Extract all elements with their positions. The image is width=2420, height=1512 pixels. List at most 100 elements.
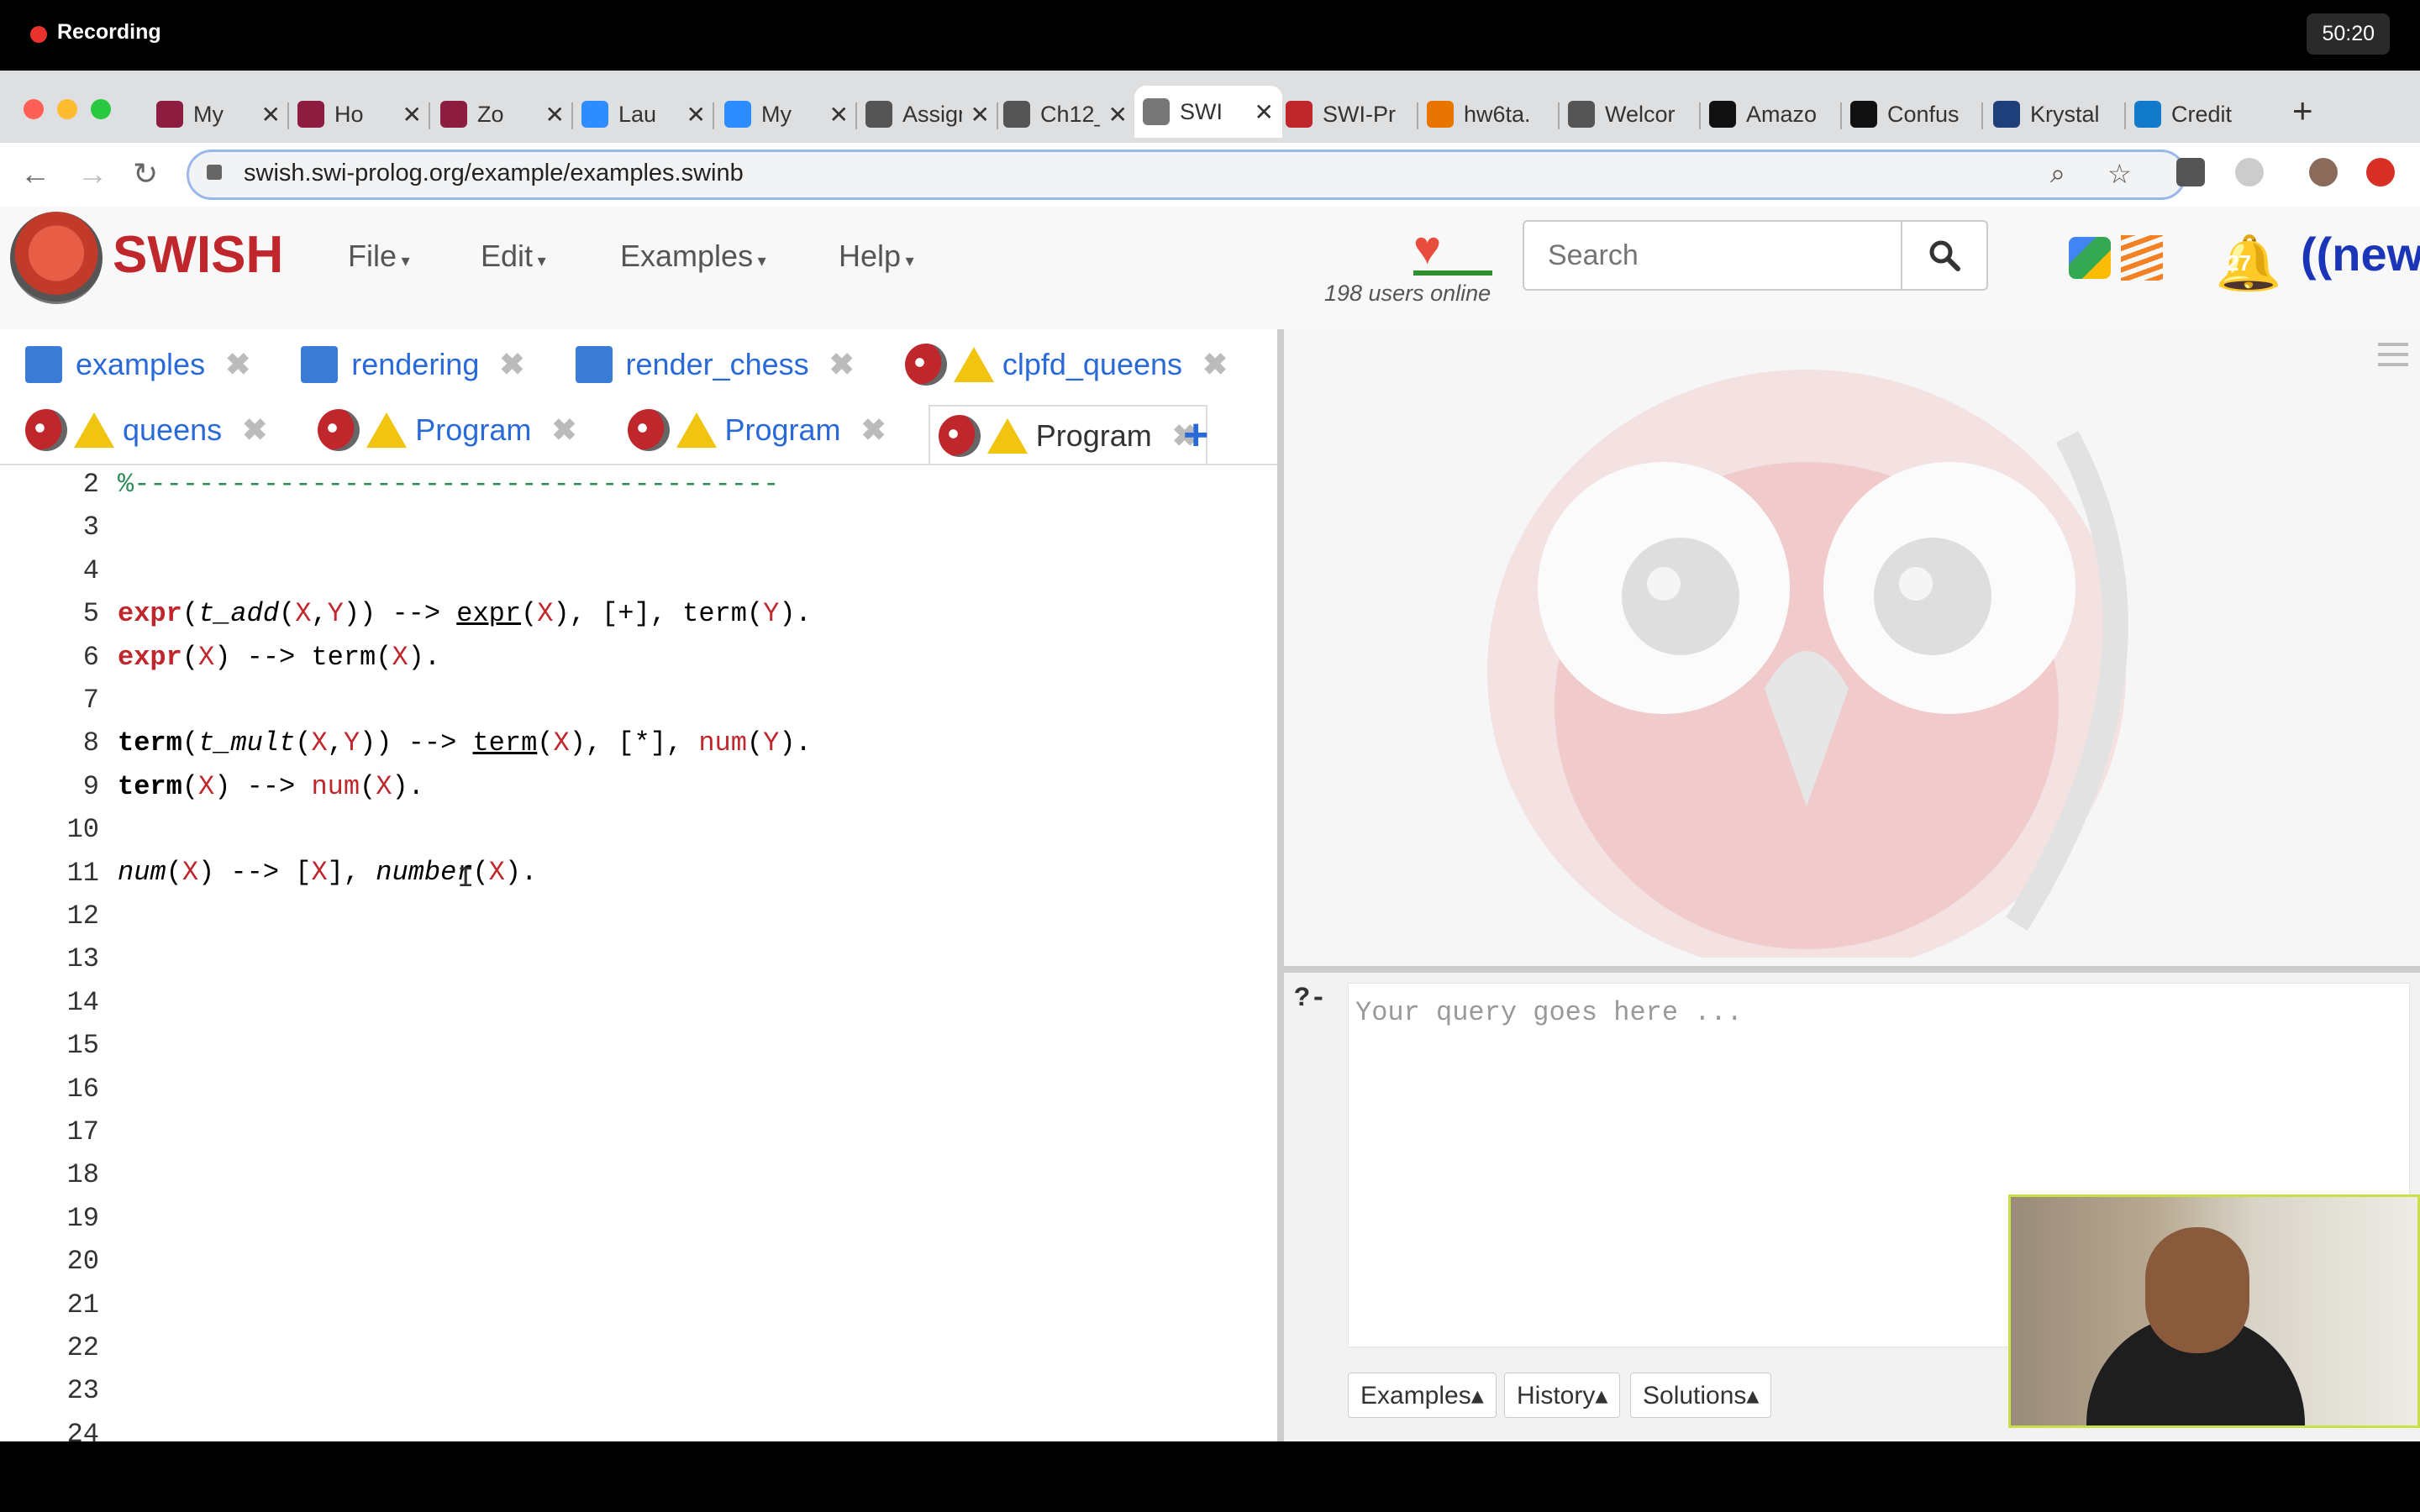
browser-tab[interactable]: Confus — [1842, 91, 1983, 138]
close-tab-icon[interactable]: ✖ — [225, 347, 250, 382]
code-line-2[interactable]: %---------------------------------------… — [118, 469, 779, 500]
line-number: 17 — [66, 1116, 99, 1147]
browser-tab[interactable]: hw6ta. — [1418, 91, 1560, 138]
heart-users-icon[interactable]: ♥ — [1413, 220, 1441, 275]
query-prompt: ?- — [1294, 983, 1327, 1014]
browser-tab[interactable]: SWI-Pr — [1277, 91, 1418, 138]
editor-tab[interactable]: Program ✖ — [309, 405, 585, 455]
swish-owl-icon — [318, 409, 360, 451]
tab-separator — [429, 102, 430, 129]
browser-tab[interactable]: SWI ✕ — [1134, 86, 1282, 138]
browser-tab-label: Lau — [618, 101, 657, 127]
warning-icon — [676, 412, 717, 448]
browser-tab-label: hw6ta. — [1464, 101, 1531, 127]
extension-shield-icon[interactable] — [2176, 158, 2205, 186]
editor-tab[interactable]: queens ✖ — [17, 405, 276, 455]
close-window-icon[interactable] — [24, 99, 44, 119]
results-menu-icon[interactable] — [2378, 343, 2408, 373]
browser-tab[interactable]: Lau ✕ — [573, 91, 714, 138]
query-examples-button[interactable]: Examples▴ — [1348, 1373, 1497, 1418]
new-badge[interactable]: ((new)) — [2301, 227, 2420, 281]
webcam-overlay[interactable] — [2008, 1194, 2420, 1428]
tab-separator — [713, 102, 714, 129]
swish-owl-icon — [627, 409, 670, 451]
browser-tab[interactable]: Credit — [2126, 91, 2267, 138]
browser-tab[interactable]: Ho ✕ — [289, 91, 430, 138]
recording-timer: 50:20 — [2307, 13, 2390, 55]
swish-logo-text[interactable]: SWISH — [113, 225, 283, 285]
query-solutions-button[interactable]: Solutions▴ — [1630, 1373, 1772, 1418]
browser-tab-label: Assign — [902, 101, 962, 127]
line-number: 23 — [66, 1375, 99, 1407]
editor-tab-label: examples — [76, 347, 206, 381]
close-tab-icon[interactable]: ✖ — [1202, 347, 1228, 382]
update-icon[interactable] — [2366, 158, 2395, 186]
swish-owl-logo-icon[interactable] — [10, 212, 103, 304]
stackoverflow-login-icon[interactable] — [2121, 235, 2163, 281]
tab-close-icon[interactable]: ✕ — [261, 101, 281, 129]
close-tab-icon[interactable]: ✖ — [829, 347, 855, 382]
krystal-icon — [1993, 101, 2020, 128]
warning-icon — [74, 412, 114, 448]
zoom-window-icon[interactable] — [91, 99, 111, 119]
tab-close-icon[interactable]: ✕ — [402, 101, 422, 129]
browser-tab[interactable]: My ✕ — [716, 91, 857, 138]
query-splitter[interactable] — [1284, 966, 2420, 973]
editor-tab[interactable]: examples ✖ — [17, 339, 259, 390]
close-tab-icon[interactable]: ✖ — [499, 347, 524, 382]
code-line-8[interactable]: term(t_mult(X,Y)) --> term(X), [*], num(… — [118, 727, 812, 759]
tab-close-icon[interactable]: ✕ — [545, 101, 565, 129]
minimize-window-icon[interactable] — [57, 99, 77, 119]
code-line-9[interactable]: term(X) --> num(X). — [118, 771, 424, 802]
browser-tab[interactable]: My ✕ — [148, 91, 289, 138]
notification-count: 27 — [2227, 250, 2251, 276]
search-input[interactable] — [1523, 220, 1902, 291]
close-tab-icon[interactable]: ✖ — [242, 412, 267, 448]
tab-close-icon[interactable]: ✕ — [1255, 98, 1274, 126]
extension-circle-icon[interactable] — [2235, 158, 2264, 186]
browser-tab[interactable]: Welcor — [1560, 91, 1701, 138]
menu-file[interactable]: File ▾ — [348, 239, 410, 274]
editor-tab[interactable]: rendering ✖ — [292, 339, 533, 390]
editor-tab[interactable]: clpfd_queens ✖ — [897, 339, 1236, 390]
pane-splitter[interactable] — [1277, 329, 1284, 1441]
menu-help[interactable]: Help ▾ — [839, 239, 914, 274]
editor-tab[interactable]: Program ✖ — [928, 405, 1207, 465]
browser-tab[interactable]: Ch12_F ✕ — [995, 91, 1136, 138]
close-tab-icon[interactable]: ✖ — [861, 412, 886, 448]
query-history-button[interactable]: History▴ — [1504, 1373, 1621, 1418]
tab-close-icon[interactable]: ✕ — [829, 101, 849, 129]
new-tab-button[interactable]: + — [2292, 91, 2313, 131]
browser-tab[interactable]: Assign ✕ — [857, 91, 998, 138]
browser-tab[interactable]: Amazo — [1701, 91, 1842, 138]
close-tab-icon[interactable]: ✖ — [551, 412, 576, 448]
back-icon[interactable]: ← — [20, 156, 50, 192]
forward-icon[interactable]: → — [77, 156, 108, 192]
address-url[interactable]: swish.swi-prolog.org/example/examples.sw… — [244, 160, 744, 187]
editor-tab-label: Program — [724, 412, 841, 447]
google-login-icon[interactable] — [2069, 237, 2111, 279]
search-button[interactable] — [1902, 220, 1988, 291]
menu-examples[interactable]: Examples ▾ — [620, 239, 766, 274]
bookmark-star-icon[interactable]: ☆ — [2107, 158, 2132, 190]
recording-bar — [0, 0, 2420, 71]
notebook-icon — [301, 346, 339, 383]
tab-close-icon[interactable]: ✕ — [687, 101, 706, 129]
line-number: 13 — [66, 943, 99, 975]
menu-edit[interactable]: Edit ▾ — [481, 239, 546, 274]
tab-close-icon[interactable]: ✕ — [1108, 101, 1128, 129]
editor-tab[interactable]: render_chess ✖ — [567, 339, 863, 390]
code-line-5[interactable]: expr(t_add(X,Y)) --> expr(X), [+], term(… — [118, 598, 812, 629]
profile-avatar[interactable] — [2309, 158, 2338, 186]
browser-tab[interactable]: Zo ✕ — [432, 91, 573, 138]
asu-icon — [440, 101, 467, 128]
editor-tab[interactable]: Program ✖ — [619, 405, 895, 455]
tab-close-icon[interactable]: ✕ — [971, 101, 990, 129]
zoom-magnifier-icon[interactable]: ⌕ — [2050, 158, 2065, 190]
code-line-6[interactable]: expr(X) --> term(X). — [118, 642, 440, 673]
browser-tab[interactable]: Krystal — [1985, 91, 2126, 138]
reload-icon[interactable]: ↻ — [133, 156, 158, 192]
new-editor-tab-button[interactable]: + — [1183, 410, 1208, 460]
amazon-icon — [1709, 101, 1736, 128]
chase-icon — [2134, 101, 2161, 128]
